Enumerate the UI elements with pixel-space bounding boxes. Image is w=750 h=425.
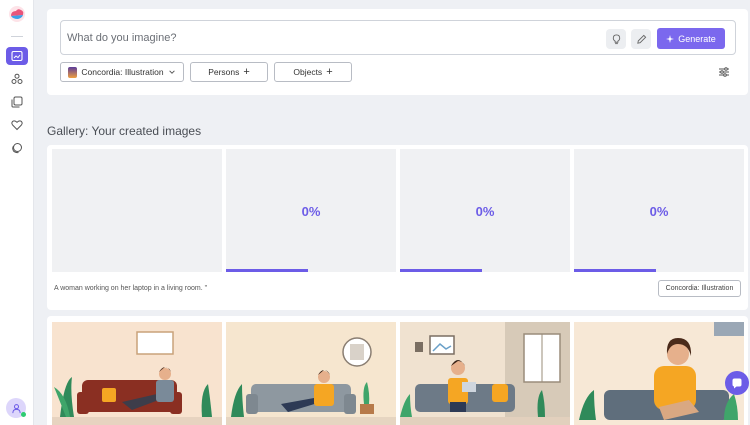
living-room-illustration <box>400 322 570 425</box>
generated-image[interactable] <box>226 322 396 425</box>
generated-images-card <box>47 316 748 425</box>
persons-button[interactable]: Persons + <box>190 62 268 82</box>
model-thumbnail <box>68 66 78 78</box>
progress-bar <box>226 269 308 272</box>
gallery-tile[interactable] <box>52 149 222 272</box>
style-badge[interactable]: Concordia: Illustration <box>658 280 741 297</box>
sidebar-item-generate[interactable] <box>6 47 28 65</box>
prompt-input[interactable] <box>67 29 587 47</box>
generated-image[interactable] <box>400 322 570 425</box>
generated-image[interactable] <box>52 322 222 425</box>
sidebar-item-favorites[interactable] <box>6 116 28 134</box>
avatar[interactable] <box>6 398 26 418</box>
heart-icon <box>11 120 23 131</box>
living-room-illustration <box>574 322 744 425</box>
gallery-title: Gallery: Your created images <box>47 124 202 138</box>
sidebar-divider <box>11 36 23 37</box>
sparkle-icon <box>666 34 675 43</box>
plus-icon: + <box>243 66 250 78</box>
progress-bar <box>400 269 482 272</box>
sidebar <box>0 0 34 425</box>
sliders-icon[interactable] <box>718 66 730 78</box>
online-status-dot <box>21 412 26 417</box>
sidebar-item-collections[interactable] <box>6 139 28 157</box>
chevron-down-icon <box>168 70 175 74</box>
generated-image[interactable] <box>574 322 744 425</box>
objects-label: Objects <box>293 67 323 77</box>
sidebar-item-persons[interactable] <box>6 70 28 88</box>
image-generate-icon <box>11 50 23 62</box>
plus-icon: + <box>326 66 333 78</box>
progress-percent: 0% <box>475 204 495 219</box>
sidebar-item-gallery[interactable] <box>6 93 28 111</box>
gallery-tile[interactable]: 0% <box>226 149 396 272</box>
persons-label: Persons <box>208 67 240 77</box>
prompt-panel: Generate Concordia: Illustration Persons… <box>47 9 748 95</box>
chat-icon <box>732 378 742 389</box>
generation-card: 0% 0% 0% A woman working on her laptop i… <box>47 145 748 310</box>
living-room-illustration <box>52 322 222 425</box>
edit-prompt-button[interactable] <box>631 29 651 49</box>
generate-label: Generate <box>678 33 716 44</box>
prompt-caption: A woman working on her laptop in a livin… <box>54 285 208 292</box>
progress-percent: 0% <box>301 204 321 219</box>
gallery-tile[interactable]: 0% <box>574 149 744 272</box>
pencil-icon <box>636 34 646 44</box>
objects-button[interactable]: Objects + <box>274 62 352 82</box>
lightbulb-icon <box>612 33 620 44</box>
progress-bar <box>574 269 656 272</box>
living-room-illustration <box>226 322 396 425</box>
persons-icon <box>11 73 23 84</box>
progress-percent: 0% <box>649 204 669 219</box>
gallery-tile[interactable]: 0% <box>400 149 570 272</box>
chat-button[interactable] <box>725 371 749 395</box>
inspiration-button[interactable] <box>606 29 626 49</box>
collections-icon <box>12 143 22 154</box>
model-selector-label: Concordia: Illustration <box>81 67 164 77</box>
cloud-logo-icon[interactable] <box>8 5 26 23</box>
generate-button[interactable]: Generate <box>657 28 725 49</box>
gallery-icon <box>11 96 23 108</box>
model-selector[interactable]: Concordia: Illustration <box>60 62 184 82</box>
user-icon <box>11 403 21 413</box>
prompt-box: Generate <box>60 20 736 55</box>
